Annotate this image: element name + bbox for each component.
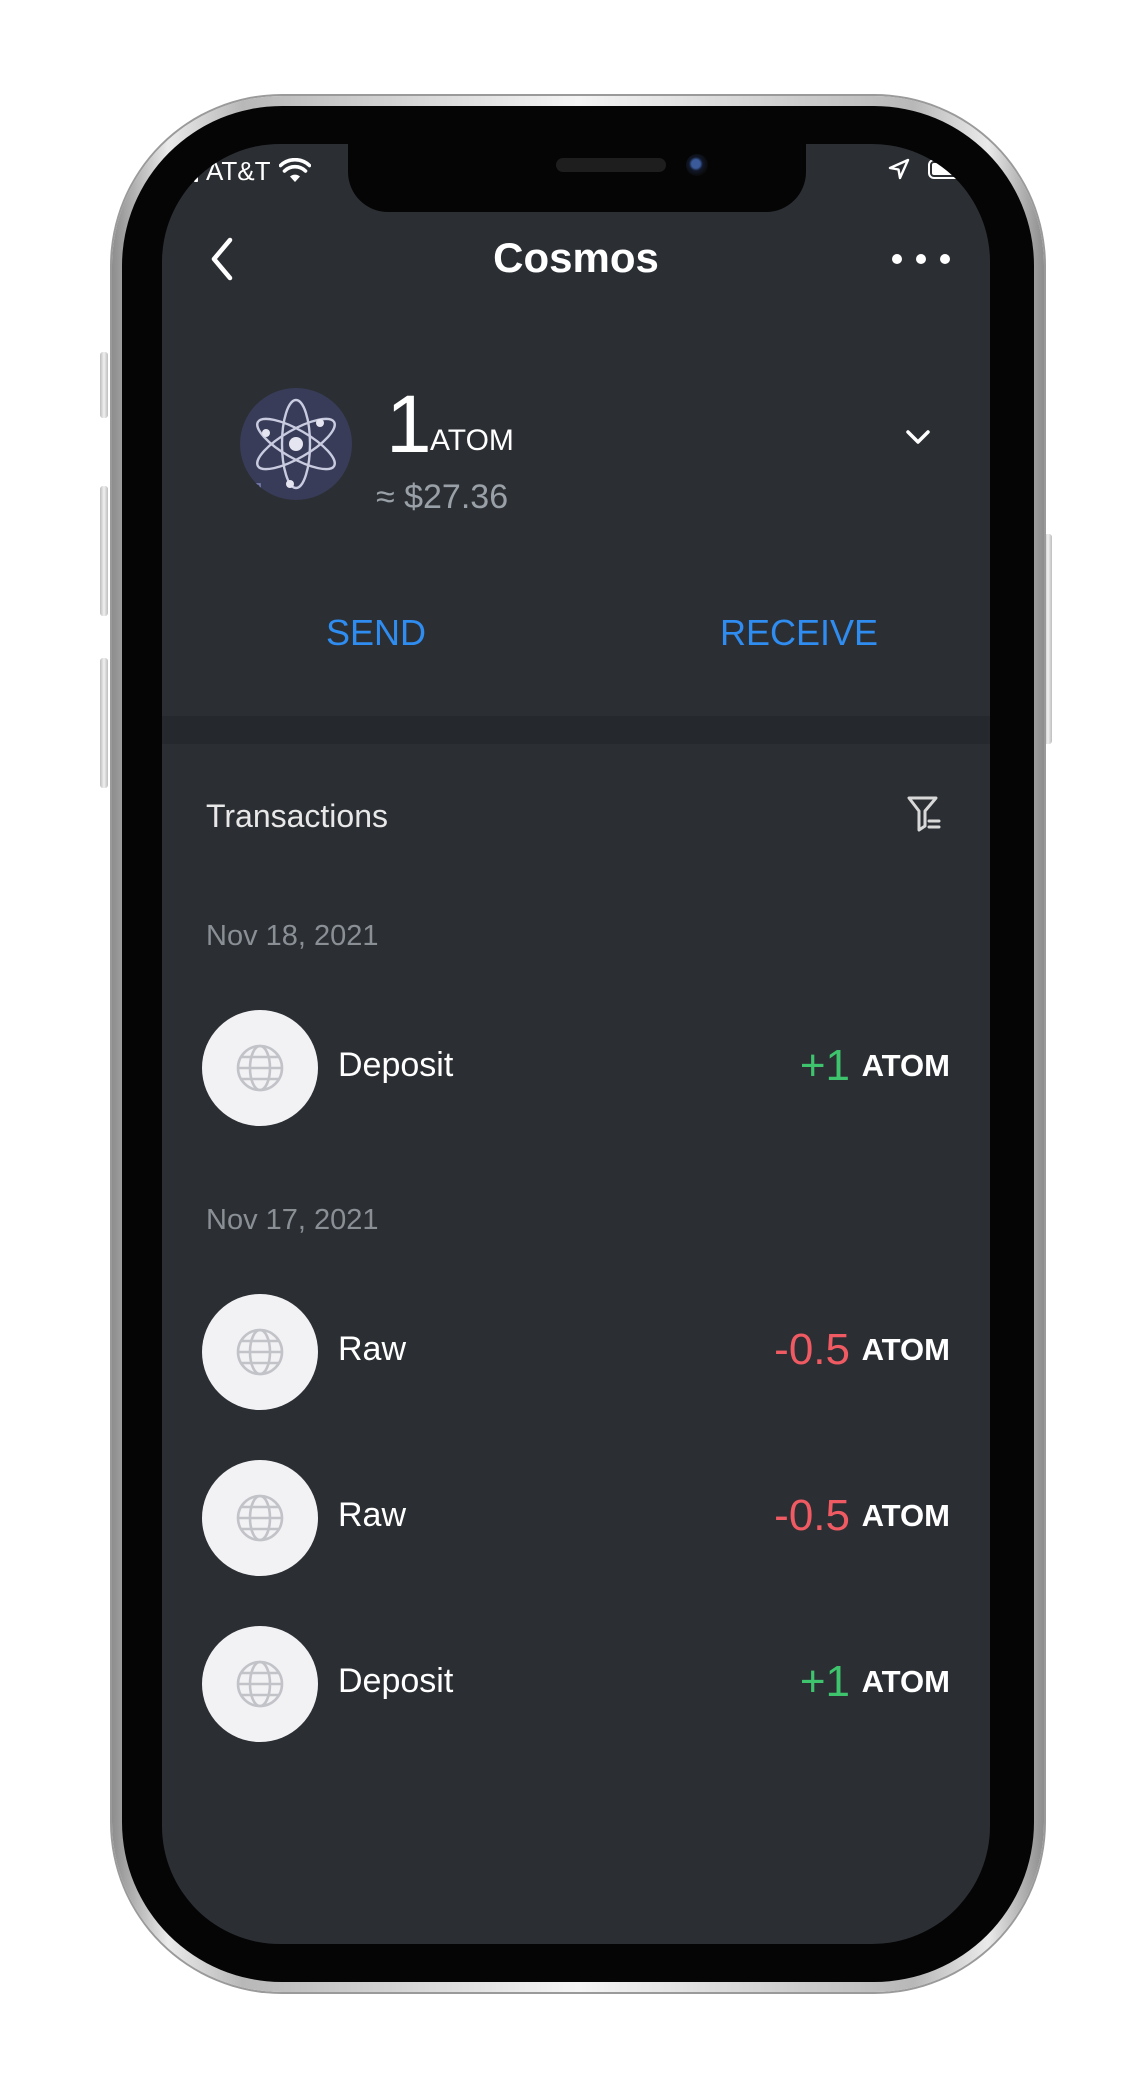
app-screen: AT&T Cosmos 1 ATOM ≈ $27.36 SEND RECEIVE… (162, 144, 990, 1944)
transaction-unit: ATOM (861, 1498, 950, 1533)
transaction-label: Deposit (338, 1046, 454, 1084)
transaction-amount: +1 (799, 1657, 850, 1706)
globe-icon (202, 1460, 318, 1576)
transaction-unit: ATOM (861, 1664, 950, 1699)
transaction-unit: ATOM (861, 1332, 950, 1367)
receive-button[interactable]: RECEIVE (720, 612, 878, 654)
transaction-label: Raw (338, 1496, 407, 1534)
filter-icon (907, 796, 941, 832)
more-options-button[interactable] (892, 244, 950, 274)
notch (348, 144, 806, 212)
transaction-amount: -0.5 (774, 1325, 850, 1374)
volume-down-button (100, 658, 108, 788)
date-header: Nov 18, 2021 (206, 920, 379, 952)
globe-icon (202, 1294, 318, 1410)
balance-amount: 1 (386, 379, 432, 470)
cosmos-atom-icon (240, 388, 352, 500)
battery-icon (928, 159, 966, 179)
power-button (1044, 534, 1052, 744)
transaction-row[interactable]: Raw -0.5 ATOM (202, 1294, 950, 1410)
carrier-label: AT&T (206, 155, 271, 186)
transaction-label: Deposit (338, 1662, 454, 1700)
transaction-row[interactable]: Raw -0.5 ATOM (202, 1460, 950, 1576)
transaction-amount: +1 (799, 1041, 850, 1090)
speaker-grille (556, 158, 666, 172)
location-arrow-icon (888, 158, 910, 180)
transaction-amount: -0.5 (774, 1491, 850, 1540)
more-dot (916, 254, 926, 264)
chevron-down-icon (906, 430, 930, 444)
volume-up-button (100, 486, 108, 616)
wifi-icon (278, 158, 311, 182)
transactions-title: Transactions (206, 798, 388, 834)
transaction-row[interactable]: Deposit +1 ATOM (202, 1626, 950, 1742)
cellular-signal-icon (180, 160, 198, 182)
filter-button[interactable] (906, 794, 942, 834)
globe-icon (202, 1010, 318, 1126)
front-camera (686, 154, 708, 176)
transaction-unit: ATOM (861, 1048, 950, 1083)
globe-icon (202, 1626, 318, 1742)
mute-switch (100, 352, 108, 418)
balance-unit: ATOM (430, 424, 514, 457)
page-title: Cosmos (493, 234, 659, 281)
transaction-label: Raw (338, 1330, 407, 1368)
date-header: Nov 17, 2021 (206, 1204, 379, 1236)
status-bar-right (888, 158, 966, 180)
section-divider (162, 716, 990, 744)
more-horizontal-icon (892, 254, 902, 264)
expand-balance-button[interactable] (902, 424, 934, 450)
status-bar-left: AT&T (180, 156, 311, 186)
balance-fiat-value: ≈ $27.36 (376, 478, 509, 516)
transaction-row[interactable]: Deposit +1 ATOM (202, 1010, 950, 1126)
more-dot (940, 254, 950, 264)
send-button[interactable]: SEND (326, 612, 426, 654)
